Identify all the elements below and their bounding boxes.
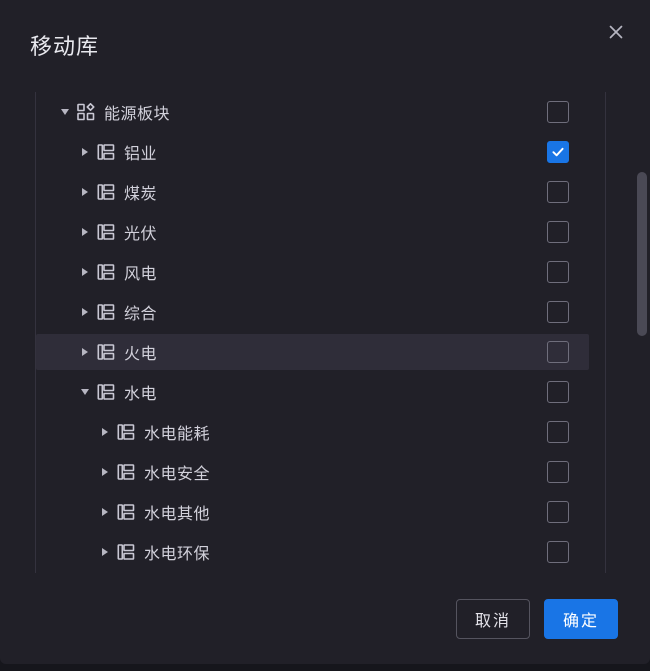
tree-row[interactable]: 水电环保 xyxy=(36,532,605,572)
tree-node-label: 综合 xyxy=(124,306,158,323)
tree-node-checkbox[interactable] xyxy=(547,421,569,443)
tree-node-label: 水电环保 xyxy=(144,546,211,563)
tree-node-checkbox[interactable] xyxy=(547,181,569,203)
tree-node-label: 水电安全 xyxy=(144,466,211,483)
tree-node-label: 铝业 xyxy=(124,146,158,163)
library-tree-panel: 能源板块铝业煤炭光伏风电综合火电水电水电能耗水电安全水电其他水电环保 xyxy=(35,92,606,573)
tree-row-content: 火电 xyxy=(36,332,605,372)
tree-row[interactable]: 综合 xyxy=(36,292,605,332)
dialog-footer: 取消 确定 xyxy=(0,574,650,664)
chevron-right-icon[interactable] xyxy=(94,532,116,572)
chevron-right-icon[interactable] xyxy=(74,292,96,332)
tree-row[interactable]: 铝业 xyxy=(36,132,605,172)
tree-row-content: 风电 xyxy=(36,252,605,292)
move-library-dialog: 移动库 能源板块铝业煤炭光伏风电综合火电水电水电能耗水电安全水电其他水电环保 取… xyxy=(0,0,650,664)
library-icon xyxy=(96,142,116,162)
page-title: 移动库 xyxy=(30,34,100,59)
library-icon xyxy=(96,182,116,202)
tree-row[interactable]: 光伏 xyxy=(36,212,605,252)
tree-node-label: 水电能耗 xyxy=(144,426,211,443)
tree-row-content: 铝业 xyxy=(36,132,605,172)
confirm-button[interactable]: 确定 xyxy=(543,599,618,639)
tree-row[interactable]: 水电能耗 xyxy=(36,412,605,452)
library-icon xyxy=(116,502,136,522)
tree-node-label: 光伏 xyxy=(124,226,158,243)
tree-row[interactable]: 风电 xyxy=(36,252,605,292)
chevron-down-icon[interactable] xyxy=(54,92,76,132)
chevron-right-icon[interactable] xyxy=(74,252,96,292)
chevron-right-icon[interactable] xyxy=(74,132,96,172)
tree-row[interactable]: 水电安全 xyxy=(36,452,605,492)
tree-row[interactable]: 水电 xyxy=(36,372,605,412)
library-tree[interactable]: 能源板块铝业煤炭光伏风电综合火电水电水电能耗水电安全水电其他水电环保 xyxy=(36,92,605,573)
chevron-right-icon[interactable] xyxy=(74,212,96,252)
tree-row[interactable]: 煤炭 xyxy=(36,172,605,212)
library-icon xyxy=(116,422,136,442)
library-icon xyxy=(96,342,116,362)
chevron-right-icon[interactable] xyxy=(94,492,116,532)
tree-row-content: 水电 xyxy=(36,372,605,412)
chevron-right-icon[interactable] xyxy=(94,452,116,492)
library-icon xyxy=(96,382,116,402)
chevron-down-icon[interactable] xyxy=(74,372,96,412)
tree-node-label: 水电 xyxy=(124,386,158,403)
library-icon xyxy=(96,302,116,322)
tree-node-checkbox[interactable] xyxy=(547,541,569,563)
tree-node-checkbox[interactable] xyxy=(547,461,569,483)
tree-node-checkbox[interactable] xyxy=(547,261,569,283)
tree-node-checkbox[interactable] xyxy=(547,501,569,523)
tree-node-checkbox[interactable] xyxy=(547,141,569,163)
tree-row-content: 水电能耗 xyxy=(36,412,605,452)
tree-node-checkbox[interactable] xyxy=(547,301,569,323)
tree-node-label: 水电其他 xyxy=(144,506,211,523)
close-button[interactable] xyxy=(602,18,630,46)
library-icon xyxy=(96,222,116,242)
tree-node-label: 煤炭 xyxy=(124,186,158,203)
tree-scrollbar-track[interactable] xyxy=(637,92,647,573)
tree-row-content: 综合 xyxy=(36,292,605,332)
tree-node-label: 能源板块 xyxy=(104,106,171,123)
tree-row-content: 煤炭 xyxy=(36,172,605,212)
tree-row-content: 光伏 xyxy=(36,212,605,252)
tree-row-content: 水电安全 xyxy=(36,452,605,492)
library-icon xyxy=(116,542,136,562)
dialog-header: 移动库 xyxy=(0,0,650,92)
board-grid-icon xyxy=(76,102,96,122)
tree-node-checkbox[interactable] xyxy=(547,101,569,123)
tree-row[interactable]: 水电其他 xyxy=(36,492,605,532)
tree-row[interactable]: 能源板块 xyxy=(36,92,605,132)
tree-node-checkbox[interactable] xyxy=(547,341,569,363)
tree-row[interactable]: 火电 xyxy=(36,332,605,372)
library-icon xyxy=(116,462,136,482)
tree-row-content: 水电环保 xyxy=(36,532,605,572)
tree-scrollbar-thumb[interactable] xyxy=(637,172,647,336)
library-icon xyxy=(96,262,116,282)
chevron-right-icon[interactable] xyxy=(94,412,116,452)
tree-node-checkbox[interactable] xyxy=(547,381,569,403)
tree-row-content: 水电其他 xyxy=(36,492,605,532)
cancel-button[interactable]: 取消 xyxy=(455,599,530,639)
tree-node-label: 火电 xyxy=(124,346,158,363)
chevron-right-icon[interactable] xyxy=(74,332,96,372)
tree-node-label: 风电 xyxy=(124,266,158,283)
chevron-right-icon[interactable] xyxy=(74,172,96,212)
tree-row-content: 能源板块 xyxy=(36,92,605,132)
close-icon xyxy=(608,24,624,40)
tree-node-checkbox[interactable] xyxy=(547,221,569,243)
